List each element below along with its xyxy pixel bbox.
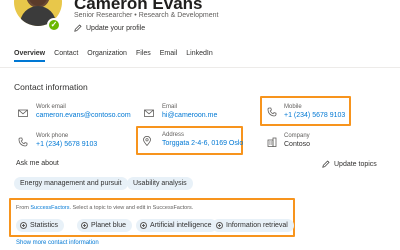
mail-icon — [18, 109, 28, 117]
topic-pill[interactable]: Energy management and pursuit — [14, 177, 128, 190]
sf-topic-label: Artificial intelligence — [150, 222, 212, 229]
sf-topic-pill[interactable]: Artificial intelligence — [136, 219, 218, 232]
update-topics-label: Update topics — [334, 160, 377, 168]
work-phone-label: Work phone — [36, 133, 69, 139]
successfactors-note: From SuccessFactors. Select a topic to v… — [16, 205, 193, 211]
tabs-divider — [0, 67, 400, 68]
profile-subtitle: Senior Researcher • Research & Developme… — [74, 12, 219, 19]
add-circle-icon — [81, 222, 88, 229]
contact-section-title: Contact information — [14, 82, 88, 92]
successfactors-note-prefix: From — [16, 205, 31, 211]
address-label: Address — [162, 132, 185, 138]
tab-linkedin[interactable]: LinkedIn — [186, 50, 212, 62]
pencil-icon — [322, 160, 330, 168]
tab-bar: Overview Contact Organization Files Emai… — [14, 50, 222, 62]
successfactors-note-suffix: . Select a topic to view and edit in Suc… — [69, 205, 194, 211]
tab-email[interactable]: Email — [160, 50, 178, 62]
tab-organization[interactable]: Organization — [87, 50, 127, 62]
tab-overview[interactable]: Overview — [14, 50, 46, 62]
update-profile-button[interactable]: Update your profile — [74, 24, 145, 32]
address-link[interactable]: Torggata 2-4-6, 0169 Oslo — [162, 140, 243, 147]
email-item: Email hi@cameroon.me — [162, 104, 217, 119]
add-circle-icon — [20, 222, 27, 229]
mobile-label: Mobile — [284, 104, 302, 110]
show-more-contact-link[interactable]: Show more contact information — [16, 240, 99, 246]
mobile-link[interactable]: +1 (234) 5678 9103 — [284, 112, 345, 119]
phone-icon — [267, 107, 277, 117]
sf-topic-pill[interactable]: Planet blue — [77, 219, 133, 232]
work-email-label: Work email — [36, 104, 66, 110]
building-icon — [267, 137, 277, 147]
add-circle-icon — [216, 222, 223, 229]
tab-files[interactable]: Files — [136, 50, 151, 62]
mail-icon — [144, 109, 154, 117]
sf-topic-pill[interactable]: Information retrieval — [212, 219, 294, 232]
pencil-icon — [74, 24, 82, 32]
work-phone-item: Work phone +1 (234) 5678 9103 — [36, 133, 97, 148]
presence-available-icon: ✓ — [47, 18, 61, 32]
sf-topic-label: Information retrieval — [226, 222, 288, 229]
sf-topic-pill[interactable]: Statistics — [16, 219, 65, 232]
company-value: Contoso — [284, 141, 311, 148]
sf-topic-label: Planet blue — [91, 222, 127, 229]
work-phone-link[interactable]: +1 (234) 5678 9103 — [36, 141, 97, 148]
tab-contact[interactable]: Contact — [54, 50, 78, 62]
phone-icon — [18, 137, 28, 147]
address-item: Address Torggata 2-4-6, 0169 Oslo — [162, 132, 243, 147]
sf-topic-label: Statistics — [30, 222, 59, 229]
update-profile-label: Update your profile — [86, 24, 146, 32]
company-item: Company Contoso — [284, 133, 310, 148]
ask-me-about-title: Ask me about — [16, 160, 59, 167]
successfactors-link[interactable]: SuccessFactors — [30, 205, 69, 211]
location-pin-icon — [143, 136, 151, 146]
work-email-link[interactable]: cameron.evans@contoso.com — [36, 112, 131, 119]
email-link[interactable]: hi@cameroon.me — [162, 112, 217, 119]
topic-pill[interactable]: Usability analysis — [127, 177, 193, 190]
update-topics-button[interactable]: Update topics — [322, 160, 377, 168]
company-label: Company — [284, 133, 310, 139]
mobile-item: Mobile +1 (234) 5678 9103 — [284, 104, 345, 119]
work-email-item: Work email cameron.evans@contoso.com — [36, 104, 131, 119]
email-label: Email — [162, 104, 178, 110]
add-circle-icon — [140, 222, 147, 229]
